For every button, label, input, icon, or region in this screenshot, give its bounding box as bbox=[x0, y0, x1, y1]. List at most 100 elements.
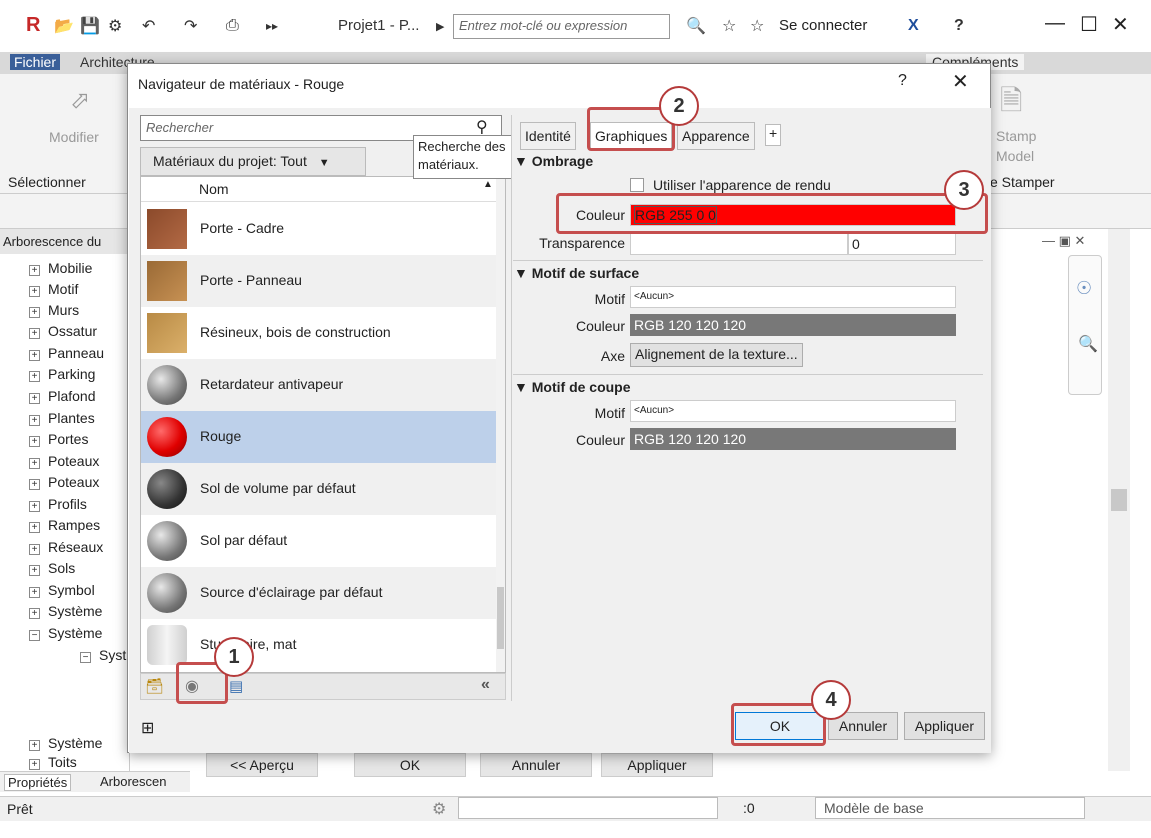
material-row[interactable]: Résineux, bois de construction bbox=[141, 307, 496, 359]
tree-item[interactable]: + Toits bbox=[29, 752, 77, 773]
expand-icon[interactable]: + bbox=[29, 608, 40, 619]
tree-item[interactable]: + Poteaux bbox=[29, 451, 99, 472]
transparency-value[interactable]: 0 bbox=[848, 233, 956, 255]
cut-pattern-field[interactable]: <Aucun> bbox=[630, 400, 956, 422]
dialog-help-button[interactable]: ? bbox=[898, 72, 907, 90]
column-name-header[interactable]: Nom bbox=[199, 181, 229, 197]
expand-icon[interactable]: + bbox=[29, 350, 40, 361]
tree-item[interactable]: + Portes bbox=[29, 429, 88, 450]
cut-pattern-heading[interactable]: ▼ Motif de coupe bbox=[514, 379, 631, 395]
subscription-icon[interactable]: ☆ bbox=[722, 14, 736, 38]
open-icon[interactable]: 📂 bbox=[54, 14, 74, 38]
tree-item[interactable]: + Plafond bbox=[29, 386, 95, 407]
minimize-icon[interactable]: — bbox=[1045, 12, 1065, 35]
transparency-slider[interactable] bbox=[630, 233, 848, 255]
tree-item[interactable]: + Ossatur bbox=[29, 321, 97, 342]
expand-icon[interactable]: + bbox=[29, 479, 40, 490]
expand-icon[interactable]: + bbox=[29, 565, 40, 576]
workset-dropdown[interactable] bbox=[458, 797, 718, 819]
scroll-thumb[interactable] bbox=[1111, 489, 1127, 511]
material-row[interactable]: Rouge bbox=[141, 411, 496, 463]
expand-icon[interactable]: + bbox=[29, 393, 40, 404]
exchange-icon[interactable]: X bbox=[908, 14, 919, 38]
more-icon[interactable]: ▸▸ bbox=[266, 14, 278, 38]
save-icon[interactable]: 💾 bbox=[80, 14, 100, 38]
add-tab-button[interactable]: + bbox=[765, 124, 782, 146]
expand-icon[interactable]: + bbox=[29, 328, 40, 339]
expand-icon[interactable]: + bbox=[29, 740, 40, 751]
collapse-icon[interactable]: − bbox=[29, 630, 40, 641]
material-row[interactable]: Sol par défaut bbox=[141, 515, 496, 567]
help-icon[interactable]: ? bbox=[954, 14, 964, 38]
tree-item[interactable]: + Panneau bbox=[29, 343, 104, 364]
tree-item[interactable]: + Poteaux bbox=[29, 472, 99, 493]
library-panel-icon[interactable]: ▤ bbox=[229, 677, 243, 695]
texture-alignment-button[interactable]: Alignement de la texture... bbox=[630, 343, 803, 367]
steering-wheel-icon[interactable]: ☉ bbox=[1076, 278, 1092, 299]
sign-in-button[interactable]: Se connecter bbox=[779, 17, 867, 34]
redo-icon[interactable]: ↷ bbox=[184, 14, 197, 38]
material-row[interactable]: Porte - Cadre bbox=[141, 203, 496, 255]
tree-item[interactable]: + Mobilie bbox=[29, 258, 92, 279]
tree-item[interactable]: + Réseaux bbox=[29, 537, 103, 558]
asset-editor-icon[interactable]: ⊞ bbox=[141, 718, 154, 738]
shading-heading[interactable]: ▼ Ombrage bbox=[514, 153, 593, 169]
expand-icon[interactable]: + bbox=[29, 544, 40, 555]
tree-item[interactable]: + Sols bbox=[29, 558, 75, 579]
collapse-icon[interactable]: « bbox=[481, 676, 490, 694]
tree-item[interactable]: + Parking bbox=[29, 364, 95, 385]
zoom-icon[interactable]: 🔍 bbox=[1078, 334, 1098, 354]
expand-icon[interactable]: + bbox=[29, 265, 40, 276]
tree-item[interactable]: + Rampes bbox=[29, 515, 100, 536]
search-icon[interactable]: ⚲ bbox=[476, 117, 488, 137]
material-row[interactable]: Source d'éclairage par défaut bbox=[141, 567, 496, 619]
material-row[interactable]: Porte - Panneau bbox=[141, 255, 496, 307]
star-icon[interactable]: ☆ bbox=[750, 14, 764, 38]
expand-icon[interactable]: + bbox=[29, 587, 40, 598]
library-icon[interactable]: 🗃 bbox=[145, 677, 164, 695]
model-dropdown[interactable]: Modèle de base bbox=[815, 797, 1085, 819]
expand-icon[interactable]: + bbox=[29, 436, 40, 447]
worksharing-icon[interactable]: ⚙ bbox=[432, 799, 446, 819]
expand-icon[interactable]: + bbox=[29, 759, 40, 770]
view-controls-icon[interactable]: — ▣ ✕ bbox=[1042, 233, 1085, 249]
dialog-close-button[interactable]: ✕ bbox=[952, 69, 969, 94]
expand-icon[interactable]: + bbox=[29, 458, 40, 469]
expand-icon[interactable]: + bbox=[29, 307, 40, 318]
tab-browser[interactable]: Arborescen bbox=[100, 774, 166, 789]
tab-properties[interactable]: Propriétés bbox=[4, 774, 72, 791]
sync-icon[interactable]: ⚙ bbox=[108, 14, 122, 38]
material-list-scroll-thumb[interactable] bbox=[497, 587, 504, 649]
tab-appearance[interactable]: Apparence bbox=[677, 122, 755, 150]
surface-color-field[interactable]: RGB 120 120 120 bbox=[630, 314, 956, 336]
tree-item[interactable]: + Système bbox=[29, 601, 102, 622]
cut-color-field[interactable]: RGB 120 120 120 bbox=[630, 428, 956, 450]
material-filter-dropdown[interactable]: Matériaux du projet: Tout ▼ bbox=[140, 147, 366, 176]
material-row[interactable]: Sol de volume par défaut bbox=[141, 463, 496, 515]
stamp-label[interactable]: Stamp bbox=[996, 128, 1036, 144]
binoculars-icon[interactable]: 🔍 bbox=[686, 14, 706, 38]
use-render-appearance-checkbox[interactable] bbox=[630, 178, 644, 192]
tree-item[interactable]: − Système bbox=[29, 623, 102, 644]
expand-icon[interactable]: + bbox=[29, 501, 40, 512]
tree-item[interactable]: + Symbol bbox=[29, 580, 95, 601]
tree-item[interactable]: − Syst bbox=[80, 645, 126, 666]
surface-pattern-field[interactable]: <Aucun> bbox=[630, 286, 956, 308]
cursor-icon[interactable]: ⬀ bbox=[70, 86, 90, 115]
revit-logo-icon[interactable]: R bbox=[26, 14, 40, 37]
tree-item[interactable]: + Murs bbox=[29, 300, 79, 321]
model-label[interactable]: Model bbox=[996, 148, 1034, 164]
tab-file[interactable]: Fichier bbox=[10, 54, 61, 70]
expand-icon[interactable]: + bbox=[29, 415, 40, 426]
tab-identity[interactable]: Identité bbox=[520, 122, 576, 150]
material-row[interactable]: Retardateur antivapeur bbox=[141, 359, 496, 411]
help-search-input[interactable]: Entrez mot-clé ou expression bbox=[453, 14, 670, 39]
undo-icon[interactable]: ↶ bbox=[142, 14, 155, 38]
maximize-icon[interactable]: ☐ bbox=[1080, 12, 1098, 37]
expand-icon[interactable]: + bbox=[29, 522, 40, 533]
tree-item[interactable]: + Profils bbox=[29, 494, 87, 515]
surface-pattern-heading[interactable]: ▼ Motif de surface bbox=[514, 265, 639, 281]
tree-item[interactable]: + Motif bbox=[29, 279, 78, 300]
apply-button[interactable]: Appliquer bbox=[904, 712, 985, 740]
select-dropdown[interactable]: Sélectionner bbox=[8, 174, 86, 190]
